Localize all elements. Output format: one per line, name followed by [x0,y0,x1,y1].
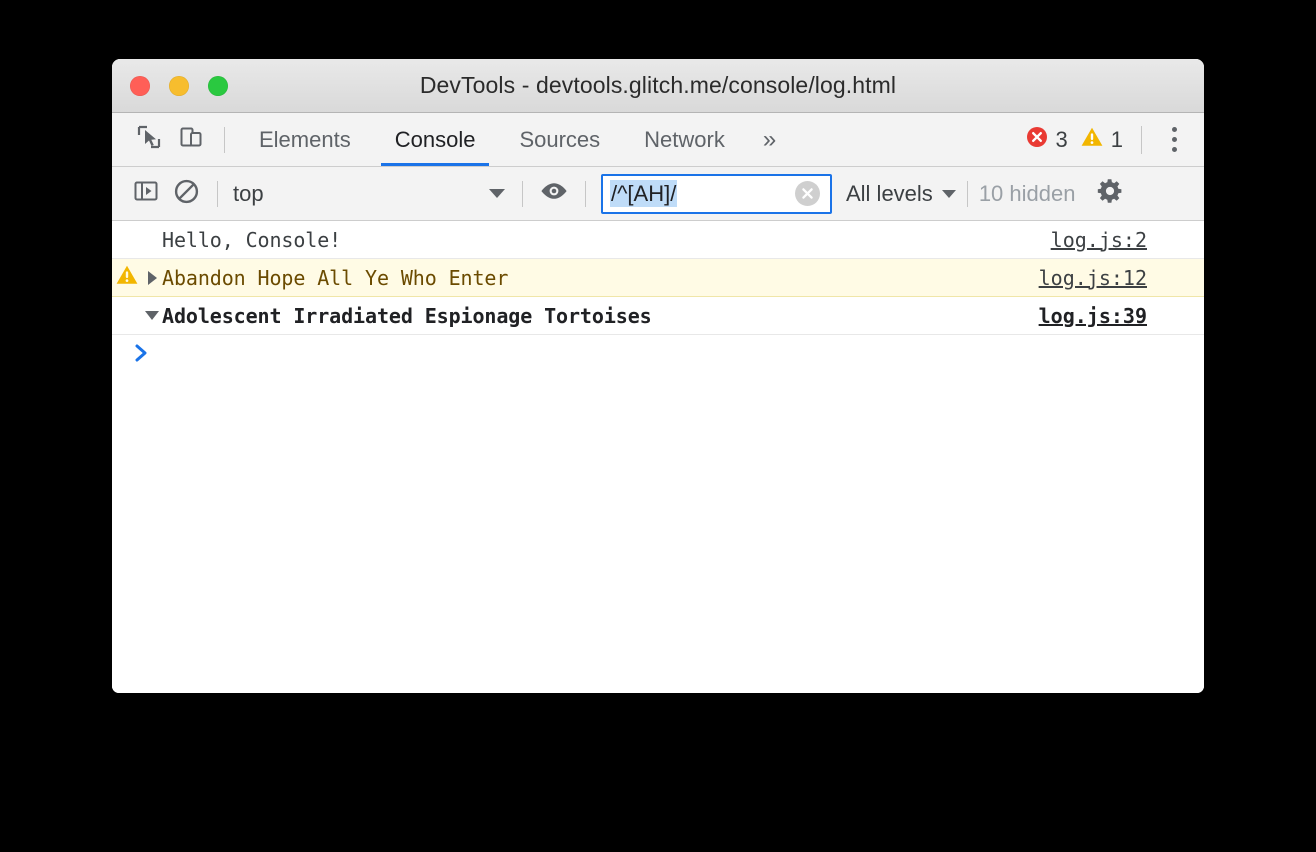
minimize-button[interactable] [169,75,189,96]
console-message-row[interactable]: Adolescent Irradiated Espionage Tortoise… [112,297,1204,335]
window-titlebar: DevTools - devtools.glitch.me/console/lo… [112,59,1204,113]
toolbar-divider-1 [217,180,218,207]
error-counter[interactable]: 3 [1025,125,1068,155]
triangle-down-icon [145,311,159,320]
console-prompt-input[interactable] [150,335,1204,375]
chevron-down-icon [489,189,505,198]
console-sidebar-icon [133,178,159,209]
warning-triangle-icon [1080,125,1104,155]
gear-icon [1095,176,1125,211]
execution-context-selector[interactable]: top [229,174,511,214]
tab-network-label: Network [644,126,725,152]
console-toolbar: top /^[AH]/ All levels 10 hidden [112,167,1204,221]
eye-icon [539,179,569,208]
toolbar-divider-2 [522,180,523,207]
tabbar-status-area: 3 1 [1025,120,1193,160]
clear-console-button[interactable] [166,174,206,214]
execution-context-label: top [233,180,264,206]
triangle-right-icon [147,270,157,285]
tab-elements-label: Elements [259,126,351,152]
prompt-chevron-icon [134,343,150,367]
kebab-dot [1171,127,1177,132]
inspect-element-button[interactable] [128,119,170,161]
tab-sources-label: Sources [519,126,601,152]
log-level-label: All levels [846,180,933,206]
tab-console-label: Console [394,126,476,152]
hidden-messages-count: 10 hidden [978,180,1076,206]
tab-sources[interactable]: Sources [497,113,622,166]
toggle-device-toolbar-button[interactable] [170,119,212,161]
status-divider [1141,125,1142,154]
console-message-row[interactable]: Abandon Hope All Ye Who Enter log.js:12 [112,259,1204,297]
chevron-down-icon [941,189,956,198]
message-expand-arrow[interactable] [142,270,162,285]
device-toolbar-icon [178,124,204,155]
console-message-row[interactable]: Hello, Console! log.js:2 [112,221,1204,259]
message-text: Adolescent Irradiated Espionage Tortoise… [162,303,652,328]
kebab-dot [1171,147,1177,152]
console-settings-button[interactable] [1089,173,1131,215]
traffic-lights [130,75,228,96]
close-button[interactable] [130,75,150,96]
warning-count-label: 1 [1110,126,1123,152]
console-sidebar-toggle[interactable] [126,174,166,214]
toolbar-divider-3 [585,180,586,207]
message-text: Abandon Hope All Ye Who Enter [162,265,509,290]
tab-elements[interactable]: Elements [237,113,373,166]
create-live-expression-button[interactable] [534,174,574,214]
kebab-dot [1171,137,1177,142]
message-level-icon-slot [112,263,142,292]
warning-counter[interactable]: 1 [1080,125,1123,155]
filter-input-value[interactable]: /^[AH]/ [610,179,678,208]
clear-input-icon[interactable] [795,181,820,206]
chevron-double-right-icon: » [762,125,777,153]
zoom-button[interactable] [208,75,228,96]
tabbar-divider [224,126,225,153]
message-source-link[interactable]: log.js:39 [1039,304,1147,328]
console-prompt[interactable] [112,335,1204,375]
panel-tabs: Elements Console Sources Network » [237,113,792,166]
devtools-tabbar: Elements Console Sources Network » 3 1 [112,113,1204,167]
error-count-label: 3 [1055,126,1068,152]
cursor-select-icon [136,124,162,155]
tab-network[interactable]: Network [622,113,747,166]
devtools-window: DevTools - devtools.glitch.me/console/lo… [112,59,1204,693]
message-source-link[interactable]: log.js:12 [1039,266,1147,290]
customize-devtools-button[interactable] [1156,120,1192,160]
message-text: Hello, Console! [162,227,342,252]
message-collapse-arrow[interactable] [142,311,162,320]
clear-console-icon [173,178,200,210]
log-level-selector[interactable]: All levels [846,181,956,207]
more-tabs-button[interactable]: » [747,113,792,166]
console-filter-input[interactable]: /^[AH]/ [601,173,832,214]
console-message-list: Hello, Console! log.js:2 Abandon Hope Al… [112,221,1204,693]
error-circle-icon [1025,125,1049,155]
warning-triangle-icon [115,263,139,292]
toolbar-divider-4 [966,180,968,207]
tab-console[interactable]: Console [373,113,498,166]
message-source-link[interactable]: log.js:2 [1051,228,1147,252]
window-title: DevTools - devtools.glitch.me/console/lo… [419,72,897,98]
